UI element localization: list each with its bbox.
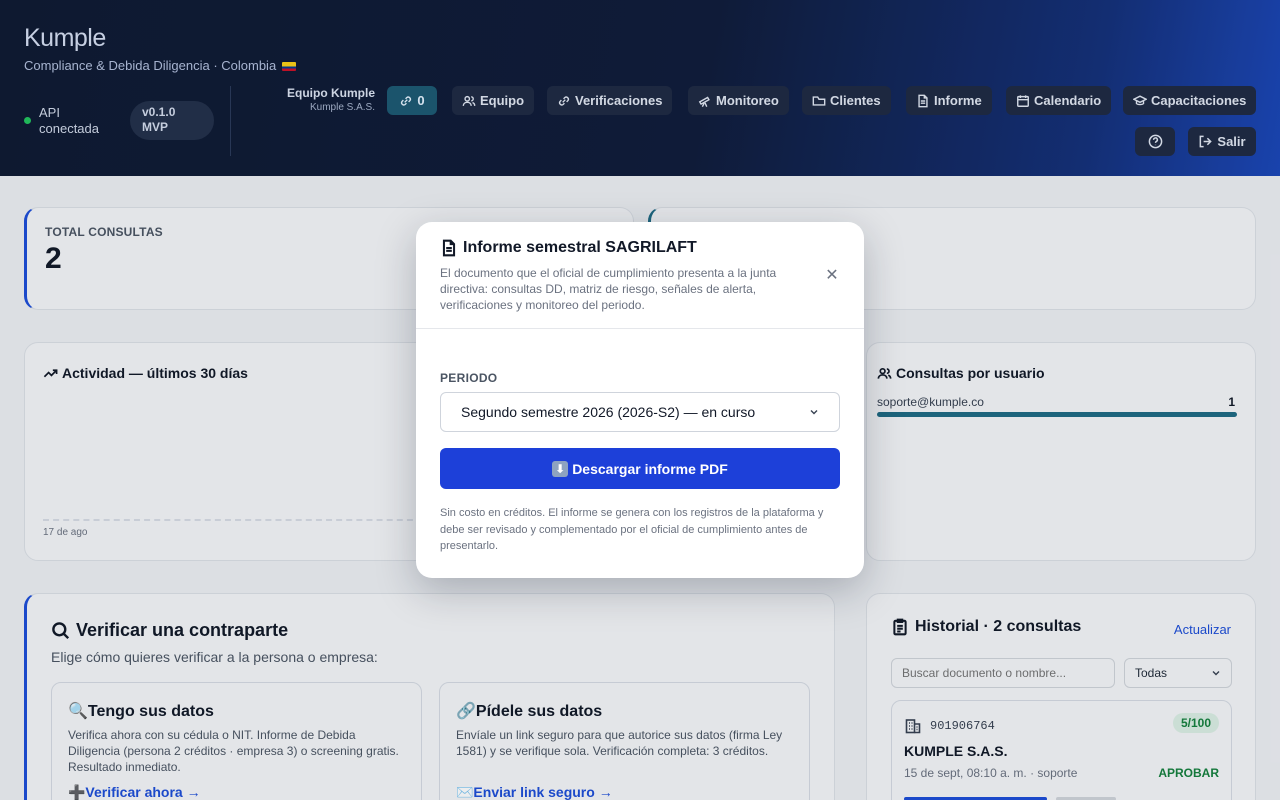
close-icon[interactable]: ✕	[824, 268, 840, 284]
modal-divider	[416, 328, 864, 329]
modal-note: Sin costo en créditos. El informe se gen…	[440, 507, 824, 552]
document-icon	[442, 239, 456, 257]
period-selected-value: Segundo semestre 2026 (2026-S2) — en cur…	[461, 404, 756, 420]
chevron-down-icon	[810, 410, 818, 415]
download-icon: ⬇	[552, 460, 569, 477]
modal-title: Informe semestral SAGRILAFT	[440, 239, 697, 257]
period-label: PERIODO	[440, 371, 498, 385]
period-select[interactable]: Segundo semestre 2026 (2026-S2) — en cur…	[440, 392, 840, 432]
informe-modal: Informe semestral SAGRILAFT El documento…	[416, 222, 864, 578]
download-pdf-button[interactable]: ⬇ Descargar informe PDF	[440, 448, 840, 489]
modal-description: El documento que el oficial de cumplimie…	[440, 266, 777, 312]
